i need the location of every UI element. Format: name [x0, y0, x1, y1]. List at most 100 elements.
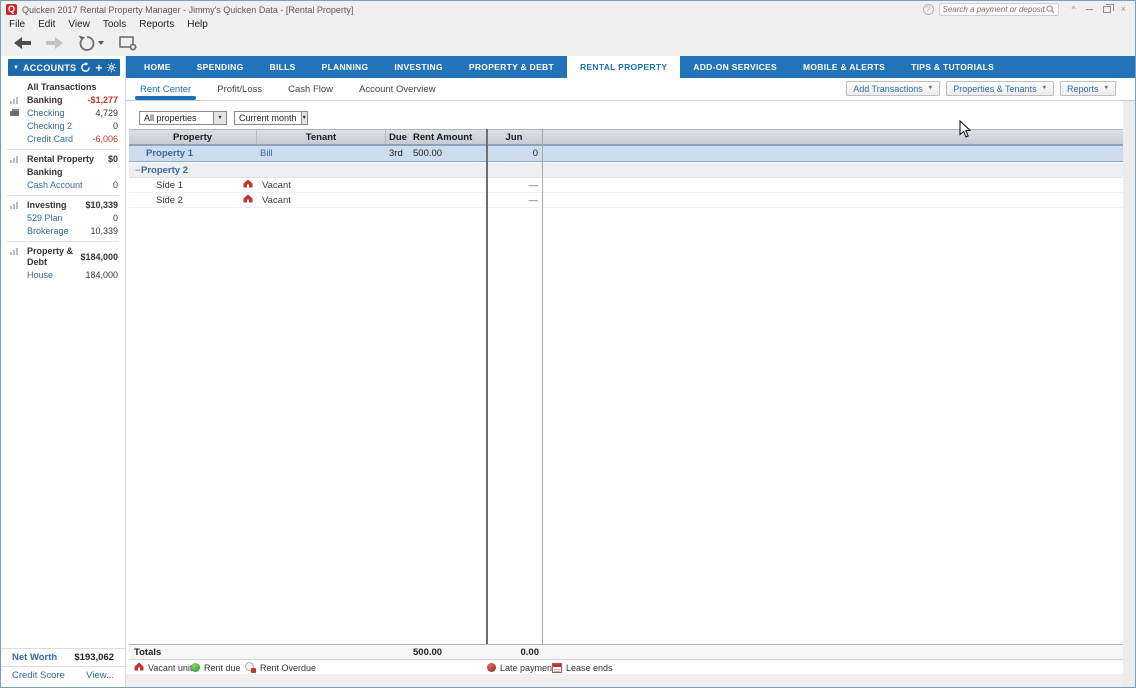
rent-due-icon	[191, 663, 200, 672]
properties-tenants-button[interactable]: Properties & Tenants ▼	[946, 81, 1054, 96]
menu-file[interactable]: File	[9, 19, 32, 30]
sidebar-group-rental-property[interactable]: Rental Property $0	[1, 153, 125, 166]
rent-center-page: All properties ▼ Current month ▼ Propert…	[126, 101, 1123, 687]
sidebar-item-credit-card[interactable]: Credit Card -6,006	[1, 133, 125, 146]
subtab-cash-flow[interactable]: Cash Flow	[288, 78, 333, 100]
group-bars-icon	[10, 201, 19, 212]
table-row-side-1[interactable]: Side 1 Vacant —	[129, 178, 1123, 193]
tab-planning[interactable]: PLANNING	[309, 56, 382, 78]
menu-bar: File Edit View Tools Reports Help	[1, 18, 1135, 30]
rent-table-header: Property Tenant Due Rent Amount Jun	[129, 129, 1123, 145]
net-worth-row[interactable]: Net Worth $193,062	[1, 648, 125, 666]
sidebar-item-checking[interactable]: Checking 4,729	[1, 107, 125, 120]
update-settings-button[interactable]	[119, 36, 138, 51]
credit-score-view-link[interactable]: View...	[86, 670, 114, 681]
legend-rent-due: Rent due	[191, 660, 241, 675]
totals-rent-amount: 500.00	[407, 647, 486, 658]
table-row-side-2[interactable]: Side 2 Vacant —	[129, 193, 1123, 208]
period-filter-dropdown[interactable]: Current month ▼	[234, 111, 308, 125]
tab-spending[interactable]: SPENDING	[184, 56, 257, 78]
sidebar-item-cash-account[interactable]: Cash Account 0	[1, 179, 125, 192]
chevron-down-icon[interactable]: ▼	[301, 112, 307, 124]
sidebar-item-529-plan[interactable]: 529 Plan 0	[1, 212, 125, 225]
accounts-title: ACCOUNTS	[23, 63, 76, 73]
sidebar-item-checking2[interactable]: Checking 2 0	[1, 120, 125, 133]
sidebar-subgroup-banking: Banking	[1, 166, 125, 179]
subtab-rent-center[interactable]: Rent Center	[140, 78, 191, 100]
rent-overdue-icon	[245, 662, 256, 673]
sidebar-item-brokerage[interactable]: Brokerage 10,339	[1, 225, 125, 238]
chevron-down-icon: ▼	[928, 86, 933, 91]
col-due[interactable]: Due	[386, 130, 407, 144]
col-property[interactable]: Property	[129, 130, 257, 144]
title-bar: Q Quicken 2017 Rental Property Manager -…	[1, 1, 1135, 18]
accounts-header[interactable]: ▼ ACCOUNTS +	[8, 59, 120, 76]
sidebar-group-investing[interactable]: Investing $10,339	[1, 199, 125, 212]
sub-tab-bar: Rent Center Profit/Loss Cash Flow Accoun…	[126, 78, 1135, 101]
col-filler	[542, 130, 1123, 144]
collapse-row-icon[interactable]: −	[129, 165, 141, 175]
close-icon[interactable]: ×	[1121, 5, 1126, 14]
chevron-down-icon: ▼	[1042, 86, 1047, 91]
tab-rental-property[interactable]: RENTAL PROPERTY	[567, 56, 680, 78]
chevron-down-icon: ▼	[1104, 86, 1109, 91]
search-icon[interactable]	[1046, 1, 1055, 19]
accounts-collapse-icon[interactable]: ▼	[13, 65, 19, 71]
jun-column-right-border	[542, 129, 543, 660]
col-rent-amount[interactable]: Rent Amount	[407, 130, 486, 144]
legend-vacant-unit: Vacant unit	[134, 660, 192, 675]
jun-column-left-border	[486, 129, 488, 660]
add-account-icon[interactable]: +	[95, 63, 102, 73]
accounts-sidebar: ▼ ACCOUNTS + All Transactions Banking -$…	[1, 56, 126, 687]
accounts-settings-icon[interactable]	[106, 62, 117, 73]
menu-view[interactable]: View	[68, 19, 97, 30]
search-input[interactable]	[943, 5, 1046, 14]
forward-button[interactable]	[46, 37, 63, 49]
tab-investing[interactable]: INVESTING	[381, 56, 456, 78]
credit-score-row[interactable]: Credit Score View...	[1, 666, 125, 684]
lease-ends-calendar-icon	[552, 663, 562, 673]
sidebar-divider	[7, 241, 119, 242]
subtab-account-overview[interactable]: Account Overview	[359, 78, 436, 100]
reports-button[interactable]: Reports ▼	[1060, 81, 1116, 96]
totals-row: Totals 500.00 0.00	[129, 644, 1123, 660]
add-transactions-button[interactable]: Add Transactions ▼	[846, 81, 940, 96]
subtab-profit-loss[interactable]: Profit/Loss	[217, 78, 262, 100]
col-tenant[interactable]: Tenant	[257, 130, 386, 144]
chevron-down-icon[interactable]: ▼	[213, 112, 226, 124]
one-step-update-button[interactable]	[78, 35, 104, 52]
tab-property-debt[interactable]: PROPERTY & DEBT	[456, 56, 567, 78]
update-dropdown-caret-icon	[98, 41, 104, 46]
tab-mobile-alerts[interactable]: MOBILE & ALERTS	[790, 56, 898, 78]
sidebar-group-banking[interactable]: Banking -$1,277	[1, 94, 125, 107]
global-search[interactable]	[939, 3, 1059, 16]
tab-home[interactable]: HOME	[131, 56, 184, 78]
sidebar-item-all-transactions[interactable]: All Transactions	[1, 81, 125, 94]
group-bars-icon	[10, 247, 19, 258]
table-row-property-1[interactable]: Property 1 Bill 3rd 500.00 0	[129, 145, 1123, 162]
legend-late-payment: Late payment	[487, 660, 555, 675]
tab-addon-services[interactable]: ADD-ON SERVICES	[680, 56, 790, 78]
col-jun[interactable]: Jun	[486, 130, 542, 144]
collapse-window-icon[interactable]: ^	[1072, 5, 1076, 14]
vacant-house-icon	[134, 662, 144, 673]
vacant-house-icon	[243, 179, 253, 191]
back-button[interactable]	[14, 37, 31, 49]
menu-help[interactable]: Help	[187, 19, 215, 30]
tenant-link[interactable]: Bill	[260, 148, 273, 159]
tab-bills[interactable]: BILLS	[257, 56, 309, 78]
sidebar-item-house[interactable]: House 184,000	[1, 269, 125, 282]
accounts-refresh-icon[interactable]	[80, 62, 91, 73]
table-row-property-2[interactable]: − Property 2	[129, 163, 1123, 178]
property-filter-dropdown[interactable]: All properties ▼	[139, 111, 227, 125]
menu-reports[interactable]: Reports	[139, 19, 181, 30]
vacant-house-icon	[243, 194, 253, 206]
minimize-icon[interactable]	[1086, 9, 1093, 10]
menu-edit[interactable]: Edit	[38, 19, 62, 30]
menu-tools[interactable]: Tools	[103, 19, 133, 30]
sync-status-icon[interactable]: ?	[923, 4, 934, 15]
sidebar-group-property-debt[interactable]: Property & Debt $184,000	[1, 245, 125, 269]
tab-tips-tutorials[interactable]: TIPS & TUTORIALS	[898, 56, 1007, 78]
restore-icon[interactable]	[1103, 6, 1111, 13]
legend-rent-overdue: Rent Overdue	[245, 660, 316, 675]
